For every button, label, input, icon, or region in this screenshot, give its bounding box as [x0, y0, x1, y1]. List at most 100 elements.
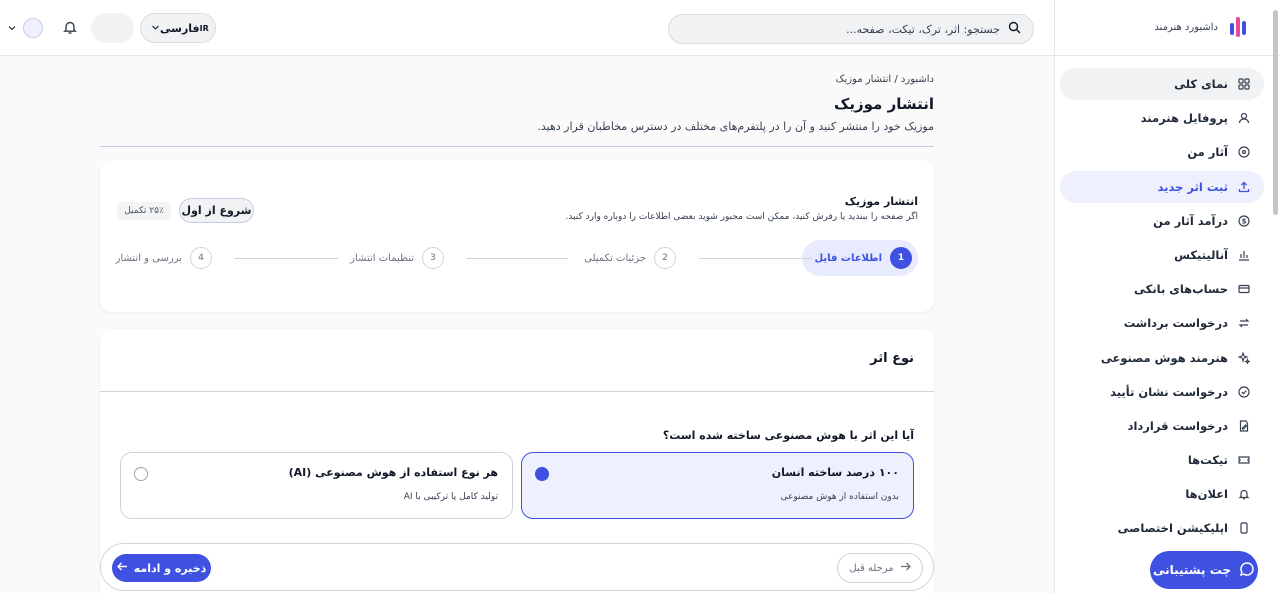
step-number: 2 [654, 247, 676, 269]
arrow-left-icon [116, 561, 128, 575]
brand-logo-icon[interactable] [1228, 15, 1250, 41]
previous-step-button[interactable]: مرحله قبل [837, 553, 923, 583]
dollar-icon: $ [1238, 215, 1250, 227]
sidebar: داشبورد هنرمند نمای کلی پروفایل هنرمند آ… [1054, 0, 1280, 593]
phone-icon [1238, 522, 1250, 535]
save-continue-button[interactable]: ذخیره و ادامه [112, 554, 211, 582]
ticket-icon [1238, 454, 1250, 466]
language-label: فارسی [160, 21, 200, 35]
work-type-title: نوع اثر [870, 351, 914, 366]
save-continue-label: ذخیره و ادامه [133, 561, 207, 575]
step-label: اطلاعات فایل [814, 252, 882, 264]
radio-selected[interactable] [535, 467, 549, 481]
support-chat-button[interactable]: چت پشتیبانی [1150, 551, 1258, 589]
step-number: 4 [190, 247, 212, 269]
chat-bubble-icon [1239, 561, 1255, 580]
ai-question: آیا این اثر با هوش مصنوعی ساخته شده است؟ [662, 429, 914, 442]
support-chat-label: چت پشتیبانی [1152, 563, 1232, 577]
search-icon [1008, 21, 1021, 37]
sidebar-header: داشبورد هنرمند [1055, 0, 1280, 56]
step-number: 3 [422, 247, 444, 269]
sidebar-item-label: تیکت‌ها [1187, 453, 1228, 468]
arrow-right-icon [900, 561, 911, 575]
radio-unselected[interactable] [134, 467, 148, 481]
language-selector[interactable]: فارسی IR [140, 13, 216, 43]
sidebar-item-label: پروفایل هنرمند [1140, 111, 1228, 126]
publish-steps-card: انتشار موزیک اگر صفحه را ببندید یا رفرش … [100, 160, 934, 312]
sidebar-item-label: اپلیکیشن اختصاصی [1117, 521, 1228, 536]
sidebar-item-tickets[interactable]: تیکت‌ها [1060, 444, 1264, 476]
sidebar-item-label: اعلان‌ها [1185, 487, 1228, 502]
brand-name: داشبورد هنرمند [1154, 22, 1218, 33]
notifications-bell-icon[interactable] [62, 19, 78, 35]
sidebar-item-label: آنالیتیکس [1174, 247, 1228, 262]
sidebar-item-label: درخواست برداشت [1123, 316, 1228, 331]
step-label: جزئیات تکمیلی [584, 252, 646, 264]
upload-icon [1238, 181, 1250, 193]
check-circle-icon [1238, 386, 1250, 398]
step-review-publish[interactable]: 4 بررسی و انتشار [116, 240, 212, 276]
sparkles-icon [1238, 351, 1250, 364]
page-title: انتشار موزیک [834, 95, 934, 113]
sidebar-item-label: هنرمند هوش مصنوعی [1100, 350, 1228, 365]
step-extra-details[interactable]: 2 جزئیات تکمیلی [584, 240, 676, 276]
user-icon [1238, 112, 1250, 124]
option-ai-used[interactable]: هر نوع استفاده از هوش مصنوعی (AI) تولید … [120, 452, 513, 519]
steps-card-subtitle: اگر صفحه را ببندید یا رفرش کنید، ممکن اس… [565, 212, 918, 222]
sidebar-item-label: درخواست نشان تأیید [1110, 384, 1228, 399]
sidebar-item-custom-app[interactable]: اپلیکیشن اختصاصی [1060, 512, 1264, 544]
step-number: 1 [890, 247, 912, 269]
sidebar-item-label: ثبت اثر جدید [1157, 179, 1229, 194]
option-human-made[interactable]: ۱۰۰ درصد ساخته انسان بدون استفاده از هوش… [521, 452, 914, 519]
bell-icon [1238, 488, 1250, 500]
search-box[interactable] [668, 14, 1034, 44]
user-menu-pill[interactable] [91, 13, 134, 43]
work-type-divider [100, 391, 934, 392]
sidebar-item-withdraw-request[interactable]: درخواست برداشت [1060, 307, 1264, 339]
sidebar-item-verify-badge[interactable]: درخواست نشان تأیید [1060, 376, 1264, 408]
step-connector [234, 258, 338, 259]
header-divider [100, 146, 934, 147]
sidebar-item-notifications[interactable]: اعلان‌ها [1060, 478, 1264, 510]
card-icon [1238, 283, 1250, 295]
sidebar-item-contract-request[interactable]: درخواست قرارداد [1060, 410, 1264, 442]
sidebar-item-bank-accounts[interactable]: حساب‌های بانکی [1060, 273, 1264, 305]
option-description: بدون استفاده از هوش مصنوعی [780, 492, 900, 502]
step-connector [466, 258, 568, 259]
option-description: تولید کامل یا ترکیبی با AI [403, 492, 498, 502]
topbar: فارسی IR [0, 0, 1054, 56]
avatar[interactable] [23, 18, 43, 38]
document-edit-icon [1238, 420, 1250, 432]
main-content: داشبورد / انتشار موزیک انتشار موزیک موزی… [0, 56, 1054, 593]
sidebar-item-label: حساب‌های بانکی [1134, 282, 1228, 297]
step-connector [699, 258, 812, 259]
progress-badge: ۲۵٪ تکمیل [117, 202, 171, 220]
sidebar-item-my-income[interactable]: $ درآمد آثار من [1060, 205, 1264, 237]
option-title: هر نوع استفاده از هوش مصنوعی (AI) [288, 466, 498, 479]
restart-button[interactable]: شروع از اول [179, 198, 254, 223]
breadcrumb: داشبورد / انتشار موزیک [835, 74, 934, 85]
sidebar-scrollbar[interactable] [1273, 10, 1278, 215]
step-file-info[interactable]: 1 اطلاعات فایل [802, 240, 918, 276]
chevron-down-icon [151, 22, 160, 35]
steps-card-title: انتشار موزیک [844, 195, 918, 208]
sidebar-nav: نمای کلی پروفایل هنرمند آثار من ثبت اثر … [1060, 68, 1264, 547]
search-input[interactable] [700, 22, 1000, 36]
transfer-icon [1238, 317, 1250, 329]
sidebar-item-new-work[interactable]: ثبت اثر جدید [1060, 170, 1264, 203]
avatar-chevron-down-icon[interactable] [7, 22, 17, 32]
option-title: ۱۰۰ درصد ساخته انسان [771, 466, 899, 479]
bar-chart-icon [1238, 249, 1250, 261]
step-label: بررسی و انتشار [115, 252, 182, 264]
sidebar-item-label: درآمد آثار من [1153, 213, 1228, 228]
step-publish-settings[interactable]: 3 تنظیمات انتشار [350, 240, 444, 276]
sidebar-item-label: درخواست قرارداد [1127, 418, 1228, 433]
sidebar-item-analytics[interactable]: آنالیتیکس [1060, 239, 1264, 271]
grid-icon [1238, 78, 1250, 90]
sidebar-item-my-works[interactable]: آثار من [1060, 136, 1264, 168]
page-subtitle: موزیک خود را منتشر کنید و آن را در پلتفر… [537, 120, 934, 133]
sidebar-item-ai-artist[interactable]: هنرمند هوش مصنوعی [1060, 342, 1264, 374]
sidebar-item-artist-profile[interactable]: پروفایل هنرمند [1060, 102, 1264, 134]
sidebar-item-overview[interactable]: نمای کلی [1060, 68, 1264, 100]
music-disc-icon [1238, 146, 1250, 158]
